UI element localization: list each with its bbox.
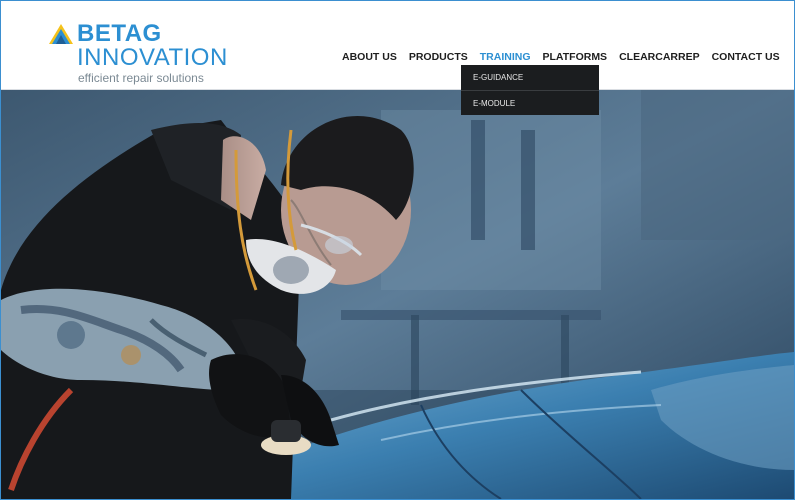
nav-platforms[interactable]: PLATFORMS <box>543 50 608 64</box>
main-nav: ABOUT US PRODUCTS TRAINING PLATFORMS CLE… <box>342 50 792 64</box>
training-dropdown: E-GUIDANCE E-MODULE <box>461 65 599 115</box>
nav-clearcarrep[interactable]: CLEARCARREP <box>619 50 700 64</box>
nav-training[interactable]: TRAINING <box>480 50 531 64</box>
logo-tagline: efficient repair solutions <box>78 71 204 85</box>
nav-about-us[interactable]: ABOUT US <box>342 50 397 64</box>
nav-products[interactable]: PRODUCTS <box>409 50 468 64</box>
dropdown-item-e-guidance[interactable]: E-GUIDANCE <box>461 65 599 90</box>
betag-logo[interactable]: BETAG INNOVATION efficient repair soluti… <box>49 21 239 85</box>
page-frame: BETAG INNOVATION efficient repair soluti… <box>0 0 795 500</box>
hero-photo-illustration <box>1 90 794 499</box>
logo-innovation: INNOVATION <box>77 44 228 71</box>
nav-contact-us[interactable]: CONTACT US <box>712 50 780 64</box>
dropdown-item-e-module[interactable]: E-MODULE <box>461 91 599 116</box>
hero-image <box>1 90 794 499</box>
site-header: BETAG INNOVATION efficient repair soluti… <box>1 1 794 90</box>
logo-triangle-icon <box>49 24 73 44</box>
